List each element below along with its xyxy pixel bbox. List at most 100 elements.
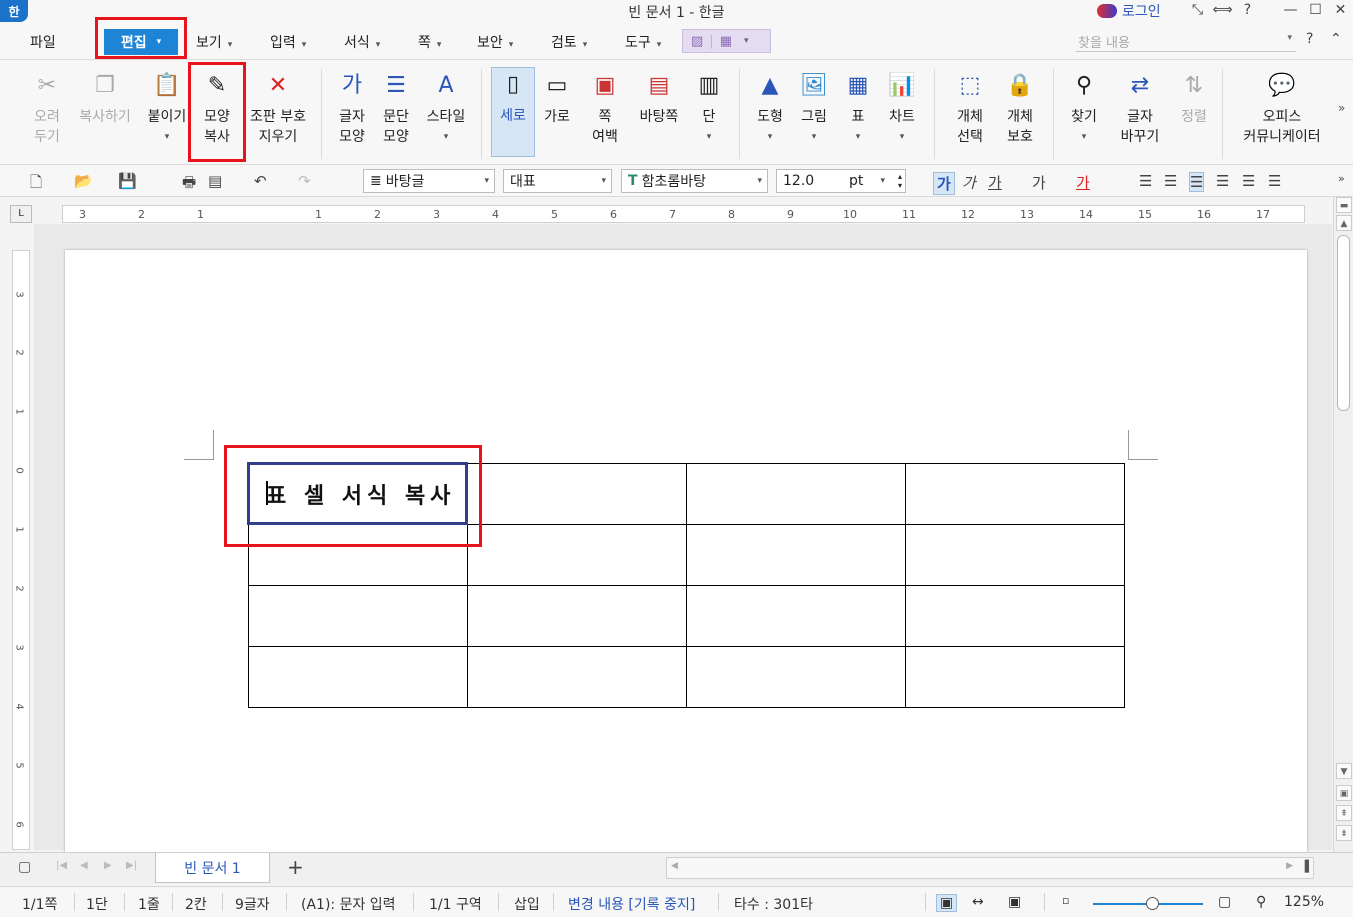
toolbar-more-icon[interactable]: »: [1338, 172, 1345, 185]
menu-format[interactable]: 서식 ▾: [344, 32, 380, 52]
table-button[interactable]: ▦ 표 ▾: [840, 69, 876, 147]
margin-button[interactable]: ▣ 쪽 여백: [584, 69, 626, 147]
scroll-up-icon[interactable]: ▲: [1336, 215, 1352, 231]
print-icon[interactable]: 🖶: [182, 172, 196, 197]
zoom-in-icon[interactable]: ▢: [1218, 894, 1231, 910]
menu-help-icon[interactable]: ?: [1306, 31, 1313, 47]
char-shape-button[interactable]: 가 글자 모양: [334, 69, 370, 147]
strikethrough-icon[interactable]: 가: [1032, 172, 1046, 193]
preview-icon[interactable]: ▤: [208, 172, 222, 190]
split-view-icon[interactable]: ▐: [1301, 860, 1309, 873]
search-input[interactable]: 찾을 내용 ▾: [1076, 30, 1296, 52]
close-button[interactable]: ✕: [1328, 2, 1353, 18]
menu-insert[interactable]: 입력 ▾: [270, 32, 306, 52]
menu-review[interactable]: 검토 ▾: [551, 32, 587, 52]
align-divide-icon[interactable]: ☰: [1268, 172, 1281, 190]
cut-button[interactable]: ✂ 오려 두기: [28, 69, 66, 147]
scroll-top-icon[interactable]: ▬: [1336, 197, 1352, 213]
underline-icon[interactable]: 가: [988, 172, 1002, 193]
menu-file[interactable]: 파일: [30, 32, 56, 52]
menu-view[interactable]: 보기 ▾: [196, 32, 232, 52]
paste-button[interactable]: 📋 붙이기 ▾: [144, 69, 190, 147]
table-cell[interactable]: [467, 463, 687, 525]
font-select[interactable]: T 함초롬바탕 ▾: [621, 169, 768, 193]
shape-button[interactable]: ▲ 도형 ▾: [752, 69, 788, 147]
bold-icon[interactable]: 가: [933, 172, 955, 195]
table-cell[interactable]: [686, 463, 906, 525]
menu-page[interactable]: 쪽 ▾: [418, 32, 441, 52]
scroll-right-icon[interactable]: ▶: [1286, 861, 1293, 871]
menu-tools[interactable]: 도구 ▾: [625, 32, 661, 52]
font-size-input[interactable]: 12.0 pt ▾ ▴ ▾: [776, 169, 906, 193]
login-button[interactable]: 로그인: [1097, 1, 1161, 21]
office-communicator-button[interactable]: 💬 오피스 커뮤니케이터: [1236, 69, 1328, 147]
page-up-icon[interactable]: ⇞: [1336, 805, 1352, 821]
copy-button[interactable]: ❐ 복사하기: [74, 69, 136, 127]
scroll-thumb[interactable]: [1337, 235, 1350, 411]
magnifier-icon[interactable]: ⚲: [1256, 894, 1266, 910]
page-bg-button[interactable]: ▤ 바탕쪽: [634, 69, 684, 127]
table-cell[interactable]: [686, 585, 906, 647]
align-left-icon[interactable]: ☰: [1164, 172, 1177, 190]
view-page-icon[interactable]: ▣: [936, 894, 958, 912]
help-icon[interactable]: ?: [1235, 2, 1260, 18]
style-button[interactable]: A 스타일 ▾: [422, 69, 470, 147]
align-center-icon[interactable]: ☰: [1189, 172, 1205, 192]
tab-last-icon[interactable]: ▶|: [126, 860, 137, 871]
menu-edit[interactable]: 편집 ▾: [104, 29, 178, 55]
tab-prev-icon[interactable]: ◀: [80, 860, 88, 871]
language-select[interactable]: 대표 ▾: [503, 169, 612, 193]
picture-button[interactable]: 🖼 그림 ▾: [796, 69, 832, 147]
para-shape-button[interactable]: ☰ 문단 모양: [378, 69, 414, 147]
align-right-icon[interactable]: ☰: [1216, 172, 1229, 190]
status-track-changes[interactable]: 변경 내용 [기록 중지]: [568, 894, 695, 914]
table-cell[interactable]: [905, 524, 1125, 586]
minimize-button[interactable]: —: [1278, 2, 1303, 18]
italic-icon[interactable]: 가: [962, 172, 976, 193]
ribbon-more-icon[interactable]: »: [1338, 101, 1345, 115]
redo-icon[interactable]: ↷: [298, 172, 311, 190]
vertical-scrollbar[interactable]: ▬ ▲ ▼ ▣ ⇞ ⇟: [1333, 197, 1353, 852]
table-cell[interactable]: [905, 585, 1125, 647]
horizontal-scrollbar[interactable]: ◀ ▶ ▐: [666, 857, 1314, 879]
status-insert-mode[interactable]: 삽입: [514, 894, 540, 914]
tab-first-icon[interactable]: |◀: [56, 860, 67, 871]
clear-marks-button[interactable]: ✕ 조판 부호 지우기: [248, 69, 308, 147]
maximize-button[interactable]: ☐: [1303, 2, 1328, 18]
undo-icon[interactable]: ↶: [254, 172, 267, 190]
ruler-corner[interactable]: L: [10, 205, 32, 223]
style-select[interactable]: ≣ 바탕글 ▾: [363, 169, 495, 193]
table-cell[interactable]: [248, 585, 468, 647]
align-justify-icon[interactable]: ☰: [1139, 172, 1152, 190]
resize-icon[interactable]: ⟺: [1210, 2, 1235, 18]
table-cell[interactable]: [686, 524, 906, 586]
landscape-button[interactable]: ▭ 가로: [538, 69, 576, 127]
zoom-out-icon[interactable]: ▫: [1062, 894, 1069, 907]
open-folder-icon[interactable]: 📂: [74, 172, 93, 190]
add-tab-button[interactable]: +: [287, 855, 304, 879]
tab-next-icon[interactable]: ▶: [104, 860, 112, 871]
table-cell[interactable]: [467, 646, 687, 708]
scroll-down-icon[interactable]: ▼: [1336, 763, 1352, 779]
obj-protect-button[interactable]: 🔒 개체 보호: [998, 69, 1042, 147]
table-cell[interactable]: [467, 585, 687, 647]
columns-button[interactable]: ▥ 단 ▾: [692, 69, 726, 147]
table-cell[interactable]: [248, 524, 468, 586]
find-button[interactable]: ⚲ 찾기 ▾: [1064, 69, 1104, 147]
replace-button[interactable]: ⇄ 글자 바꾸기: [1112, 69, 1168, 147]
scroll-left-icon[interactable]: ◀: [671, 861, 678, 871]
status-page[interactable]: 1/1쪽: [22, 894, 57, 914]
obj-select-button[interactable]: ⬚ 개체 선택: [946, 69, 994, 147]
sort-button[interactable]: ⇅ 정렬: [1176, 69, 1212, 127]
page-view-icon[interactable]: ▣: [1336, 785, 1352, 801]
tab-blank-doc-1[interactable]: 빈 문서 1: [155, 853, 270, 883]
table-cell[interactable]: [905, 463, 1125, 525]
view-full-icon[interactable]: ▣: [1008, 894, 1021, 910]
portrait-button[interactable]: ▯ 세로: [491, 67, 535, 157]
vertical-ruler[interactable]: 3 2 1 0 1 2 3 4 5 6: [12, 250, 30, 850]
status-section[interactable]: 1/1 구역: [429, 894, 482, 914]
save-icon[interactable]: 💾: [118, 172, 137, 190]
align-distribute-icon[interactable]: ☰: [1242, 172, 1255, 190]
zoom-level[interactable]: 125%: [1284, 894, 1324, 910]
new-doc-icon[interactable]: 🗋: [30, 172, 42, 197]
